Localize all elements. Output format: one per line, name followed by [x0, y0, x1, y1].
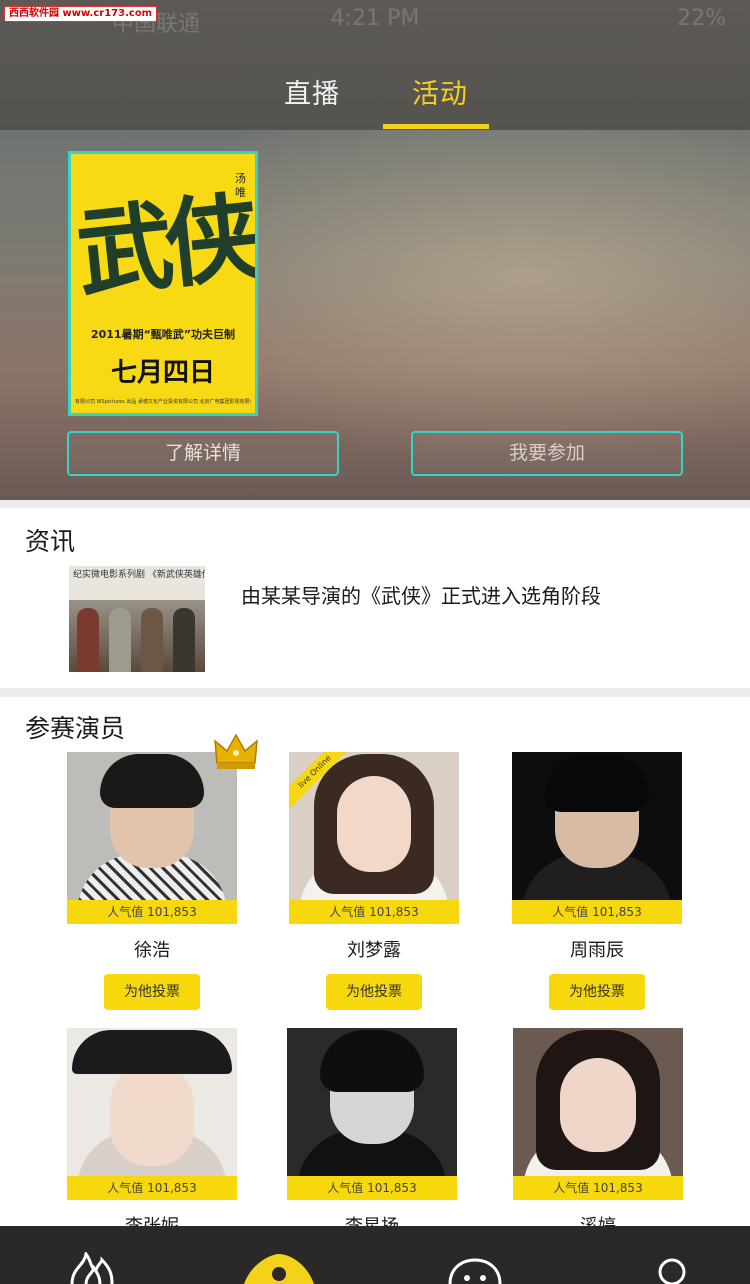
poster-tagline: 2011暑期“甄唯武”功夫巨制	[90, 328, 236, 341]
tab-active-indicator	[383, 124, 489, 129]
face-icon[interactable]	[448, 1258, 502, 1284]
tab-activity[interactable]: 活动	[412, 72, 468, 111]
actor-photo[interactable]	[287, 1028, 457, 1176]
poster-side-text: 汤唯	[235, 172, 246, 199]
actor-name: 周雨辰	[570, 940, 624, 961]
photo-hair	[320, 1030, 424, 1092]
popularity-bar: 人气值 101,853	[67, 1176, 237, 1200]
poster-date: 七月四日	[110, 358, 215, 388]
user-icon[interactable]	[656, 1258, 688, 1284]
thumb-figure	[141, 608, 163, 672]
thumb-figure	[109, 608, 131, 672]
vote-button[interactable]: 为他投票	[326, 974, 422, 1010]
poster-title-art: 武侠	[71, 180, 258, 311]
details-button[interactable]: 了解详情	[67, 431, 339, 476]
actor-photo[interactable]: live Online	[289, 752, 459, 900]
home-icon[interactable]	[244, 1252, 314, 1284]
crown-icon	[214, 733, 258, 769]
news-thumb-caption: 纪实微电影系列剧 《新武侠英雄传》新闻	[69, 566, 205, 600]
popularity-bar: 人气值 101,853	[513, 1176, 683, 1200]
news-heading: 资讯	[25, 527, 76, 556]
thumb-figure	[173, 608, 195, 672]
actor-name: 徐浩	[134, 940, 170, 961]
actor-name: 李张妮	[125, 1216, 179, 1227]
activity-poster[interactable]: 武侠 汤唯 2011暑期“甄唯武”功夫巨制 七月四日 有限公司 WSpictur…	[68, 151, 258, 416]
actor-card[interactable]: 人气值 101,853 李星扬	[287, 1028, 457, 1227]
actor-photo[interactable]	[513, 1028, 683, 1176]
popularity-bar: 人气值 101,853	[67, 900, 237, 924]
top-header: 西西软件园 www.cr173.com 中国联通 4:21 PM 22% 直播 …	[0, 0, 750, 130]
photo-hair	[100, 754, 204, 808]
actor-card[interactable]: 人气值 101,853 徐浩 为他投票	[67, 752, 237, 1010]
actor-card[interactable]: 人气值 101,853 溪婷	[513, 1028, 683, 1227]
poster-credits: 有限公司 WSpictures 出品 承德文化产业投资有限公司 北京广电集团影视…	[75, 399, 251, 405]
popularity-bar: 人气值 101,853	[512, 900, 682, 924]
actors-section: 参赛演员 人气值 101,853 徐浩 为他投票 live Online 人气值…	[0, 697, 750, 1227]
vote-button[interactable]: 为他投票	[104, 974, 200, 1010]
photo-face	[337, 776, 411, 872]
actor-photo[interactable]	[512, 752, 682, 900]
actor-name: 李星扬	[345, 1216, 399, 1227]
photo-hat	[72, 1030, 232, 1074]
vote-button[interactable]: 为他投票	[549, 974, 645, 1010]
photo-face	[110, 1062, 194, 1166]
news-item-title[interactable]: 由某某导演的《武侠》正式进入选角阶段	[241, 580, 601, 609]
thumb-figure	[77, 608, 99, 672]
popularity-bar: 人气值 101,853	[289, 900, 459, 924]
actor-photo[interactable]	[67, 752, 237, 900]
join-button[interactable]: 我要参加	[411, 431, 683, 476]
actor-name: 溪婷	[580, 1216, 616, 1227]
photo-face	[560, 1058, 636, 1152]
bottom-nav	[0, 1226, 750, 1284]
actors-heading: 参赛演员	[25, 714, 126, 743]
news-section: 资讯 纪实微电影系列剧 《新武侠英雄传》新闻 由某某导演的《武侠》正式进入选角阶…	[0, 508, 750, 688]
actor-card[interactable]: 人气值 101,853 李张妮	[67, 1028, 237, 1227]
actor-name: 刘梦露	[347, 940, 401, 961]
actor-card[interactable]: live Online 人气值 101,853 刘梦露 为他投票	[289, 752, 459, 1010]
status-battery: 22%	[677, 6, 726, 31]
actor-photo[interactable]	[67, 1028, 237, 1176]
popularity-bar: 人气值 101,853	[287, 1176, 457, 1200]
actor-card[interactable]: 人气值 101,853 周雨辰 为他投票	[512, 752, 682, 1010]
news-thumbnail[interactable]: 纪实微电影系列剧 《新武侠英雄传》新闻	[69, 566, 205, 672]
photo-hair	[545, 754, 649, 812]
status-time: 4:21 PM	[330, 6, 420, 31]
flame-icon[interactable]	[66, 1252, 118, 1284]
tab-live[interactable]: 直播	[284, 72, 340, 111]
